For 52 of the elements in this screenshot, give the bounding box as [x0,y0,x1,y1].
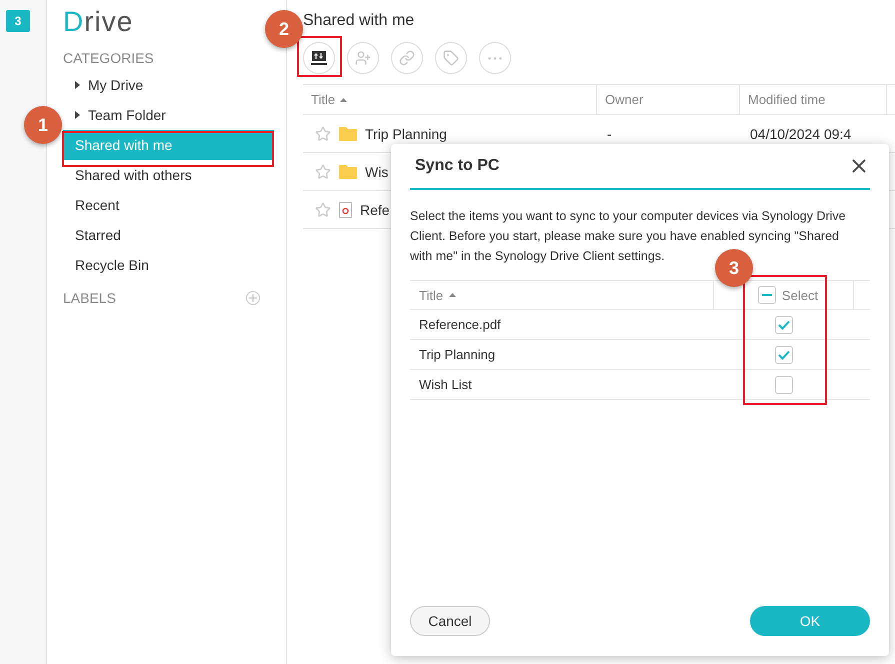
file-name[interactable]: Refe [360,202,390,218]
dialog-title: Sync to PC [415,157,500,175]
laptop-arrows-icon [311,51,327,65]
toolbar-button[interactable] [303,42,335,74]
add-icon[interactable] [246,291,260,305]
section-heading: LABELS [63,290,116,306]
table-cell-text: Wish List [418,377,473,392]
star-icon[interactable] [315,202,331,218]
pdf-file-icon [339,202,352,218]
table-cell-text: 04/10/2024 09:4 [749,126,852,142]
checkbox[interactable] [775,376,793,394]
sidebar-item[interactable]: Team Folder [63,100,274,130]
column-header: Select [782,288,818,302]
checkmark-icon [778,320,790,330]
drive-logo: Drive [63,5,134,39]
file-name[interactable]: Wis [365,164,388,180]
sidebar-item[interactable]: Shared with others [63,160,274,190]
sort-caret-icon [449,293,456,297]
sidebar-item[interactable]: Starred [63,220,274,250]
more-icon [488,56,502,60]
table-cell-text: - [606,126,613,142]
cancel-button[interactable]: Cancel [410,606,490,636]
sidebar-item[interactable]: My Drive [63,70,274,100]
minus-icon [762,294,772,296]
column-header[interactable]: Title [303,85,597,114]
file-name[interactable]: Trip Planning [365,126,447,142]
highlight-frame [297,36,342,77]
star-icon[interactable] [315,126,331,142]
link-icon [399,50,415,66]
expand-arrow-icon[interactable] [75,111,80,119]
checkmark-icon [778,350,790,360]
tag-icon [443,50,459,66]
column-header[interactable]: Owner [597,85,740,114]
add-user-icon [355,50,371,66]
table-cell-text: Reference.pdf [418,317,502,332]
column-header[interactable]: Modified time [740,85,887,114]
table-cell-text: Trip Planning [418,347,496,362]
checkbox[interactable] [758,286,776,304]
step-marker: 1 [24,106,62,144]
sidebar-item[interactable]: Recent [63,190,274,220]
sidebar-item[interactable]: Recycle Bin [63,250,274,280]
page-title: Shared with me [303,12,416,30]
folder-icon [339,126,357,141]
column-header[interactable]: Title [410,281,714,309]
checkbox[interactable] [775,346,793,364]
step-marker: 2 [265,10,303,48]
folder-icon [339,164,357,179]
checkbox[interactable] [775,316,793,334]
section-heading: CATEGORIES [63,50,154,66]
expand-arrow-icon[interactable] [75,81,80,89]
sort-caret-icon [340,98,348,102]
star-icon[interactable] [315,164,331,180]
